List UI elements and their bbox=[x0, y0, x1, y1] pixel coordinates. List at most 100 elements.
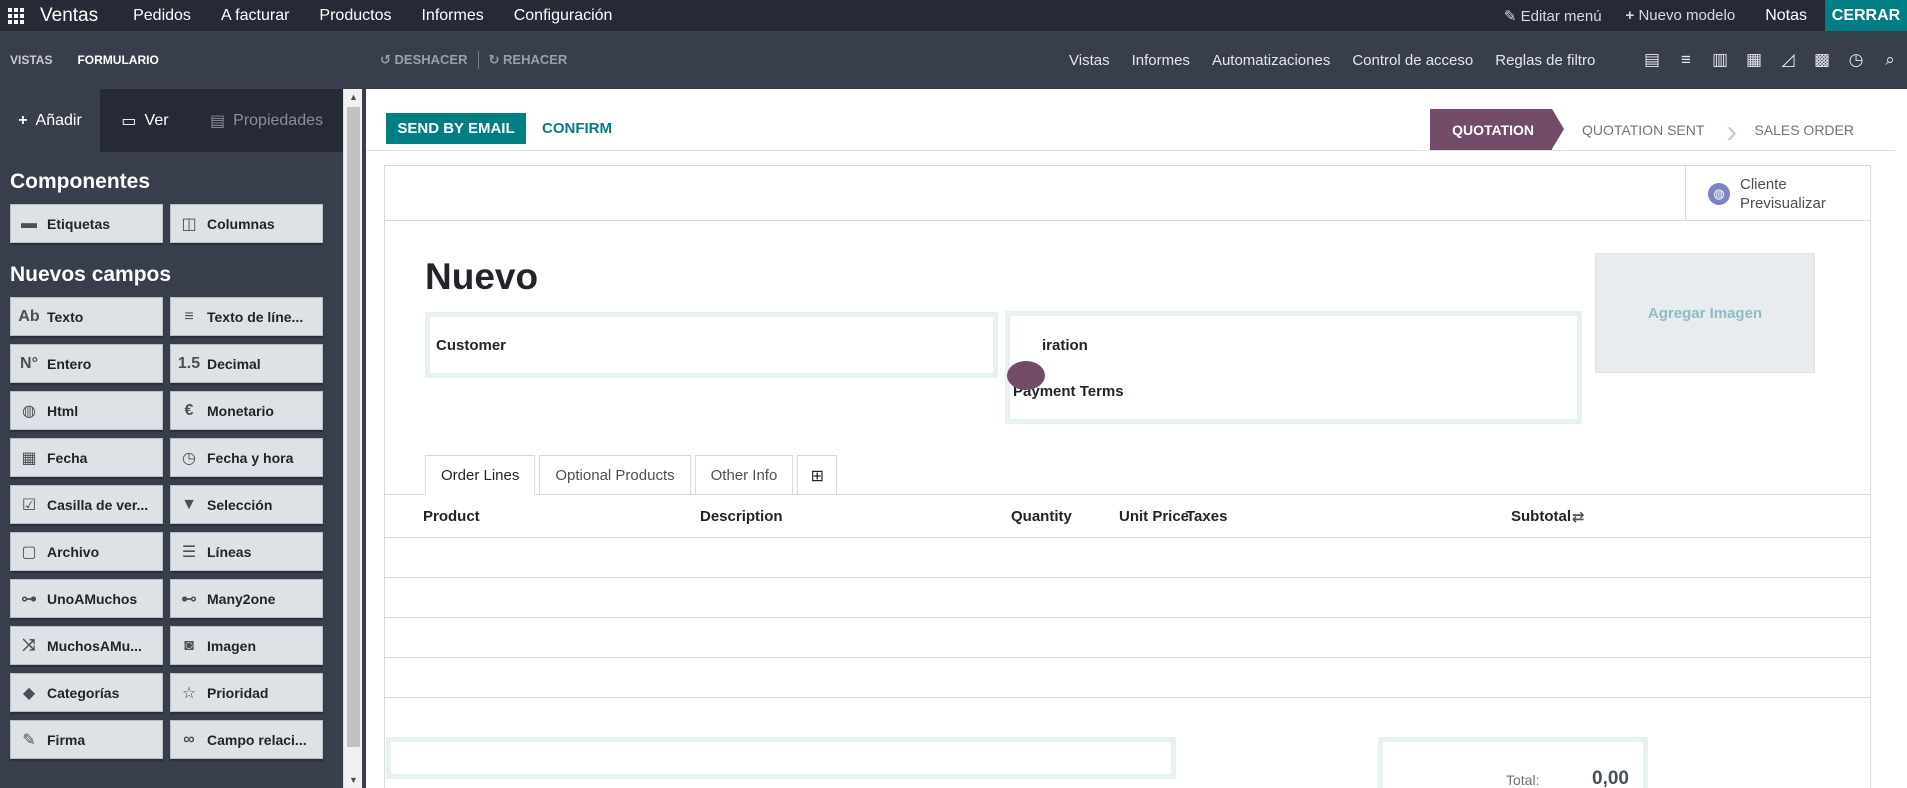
field-many2many[interactable]: ⤨ MuchosAMu... bbox=[10, 626, 163, 665]
totals-group[interactable]: Total: 0,00 bbox=[1378, 737, 1648, 788]
tab-order-lines[interactable]: Order Lines bbox=[425, 455, 536, 496]
scroll-up-icon[interactable]: ▲ bbox=[349, 92, 358, 102]
field-label: MuchosAMu... bbox=[47, 637, 142, 654]
field-selection[interactable]: ▼ Selección bbox=[170, 485, 323, 524]
undo-button[interactable]: ↺ DESHACER bbox=[380, 52, 468, 68]
graph-view-icon[interactable]: ◿ bbox=[1771, 50, 1805, 70]
column-taxes[interactable]: Taxes bbox=[1186, 508, 1227, 525]
field-text[interactable]: Ab Texto bbox=[10, 297, 163, 336]
html-icon: ◍ bbox=[22, 402, 36, 420]
monitor-icon: ▭ bbox=[121, 112, 137, 130]
confirm-button[interactable]: CONFIRM bbox=[542, 113, 612, 144]
table-header: Product Description Quantity Unit Price … bbox=[385, 494, 1870, 538]
studio-menu-reports[interactable]: Informes bbox=[1121, 52, 1201, 69]
calendar-view-icon[interactable]: ▦ bbox=[1737, 50, 1771, 70]
menu-configuracion[interactable]: Configuración bbox=[499, 7, 628, 25]
field-many2one[interactable]: ⊷ Many2one bbox=[170, 579, 323, 618]
datetime-icon: ◷ bbox=[182, 449, 196, 467]
field-monetary[interactable]: € Monetario bbox=[170, 391, 323, 430]
image-icon: ◙ bbox=[184, 636, 194, 654]
field-priority[interactable]: ☆ Prioridad bbox=[170, 673, 323, 712]
field-datetime[interactable]: ◷ Fecha y hora bbox=[170, 438, 323, 477]
tab-other-info[interactable]: Other Info bbox=[694, 455, 794, 495]
studio-menu-automations[interactable]: Automatizaciones bbox=[1201, 52, 1341, 69]
column-subtotal[interactable]: Subtotal bbox=[1511, 508, 1571, 525]
tab-properties[interactable]: ▤ Propiedades bbox=[190, 89, 343, 152]
notes-button[interactable]: Notas bbox=[1747, 7, 1825, 25]
field-one2many[interactable]: ⊶ UnoAMuchos bbox=[10, 579, 163, 618]
component-label: Columnas bbox=[207, 215, 275, 232]
studio-menu-filter-rules[interactable]: Reglas de filtro bbox=[1484, 52, 1606, 69]
column-description[interactable]: Description bbox=[700, 508, 783, 525]
stage-sales-order-label: SALES ORDER bbox=[1754, 121, 1854, 138]
menu-productos[interactable]: Productos bbox=[304, 7, 406, 25]
app-name[interactable]: Ventas bbox=[40, 5, 98, 27]
scrollbar-thumb[interactable] bbox=[347, 107, 360, 747]
column-unit-price[interactable]: Unit Price bbox=[1119, 508, 1189, 525]
tab-optional-products[interactable]: Optional Products bbox=[539, 455, 691, 495]
undo-label: DESHACER bbox=[394, 52, 468, 67]
form-view-icon[interactable]: ▤ bbox=[1635, 50, 1669, 70]
plus-square-icon: ⊞ bbox=[810, 467, 825, 485]
edit-menu-button[interactable]: ✎ Editar menú bbox=[1492, 7, 1614, 25]
pivot-view-icon[interactable]: ▩ bbox=[1805, 50, 1839, 70]
field-related-field[interactable]: ∞ Campo relaci... bbox=[170, 720, 323, 759]
add-tab-button[interactable]: ⊞ bbox=[797, 455, 838, 495]
field-signature[interactable]: ✎ Firma bbox=[10, 720, 163, 759]
dates-group[interactable]: iration Payment Terms bbox=[1005, 311, 1582, 424]
field-tags[interactable]: ◆ Categorías bbox=[10, 673, 163, 712]
drop-hook-icon[interactable] bbox=[1007, 361, 1045, 390]
component-columns[interactable]: ◫ Columnas bbox=[170, 204, 323, 243]
studio-menu-access-control[interactable]: Control de acceso bbox=[1341, 52, 1484, 69]
search-view-icon[interactable]: ⌕ bbox=[1873, 50, 1907, 70]
tab-view[interactable]: ▭ Ver bbox=[100, 89, 190, 152]
stage-quotation[interactable]: QUOTATION bbox=[1430, 109, 1564, 150]
add-image-placeholder[interactable]: Agregar Imagen bbox=[1595, 253, 1815, 373]
one2many-icon: ⊶ bbox=[21, 590, 37, 608]
field-date[interactable]: ▦ Fecha bbox=[10, 438, 163, 477]
kanban-view-icon[interactable]: ▥ bbox=[1703, 50, 1737, 70]
scroll-down-icon[interactable]: ▼ bbox=[349, 775, 358, 785]
terms-note-group[interactable] bbox=[386, 737, 1176, 779]
field-checkbox[interactable]: ☑ Casilla de ver... bbox=[10, 485, 163, 524]
activity-view-icon[interactable]: ◷ bbox=[1839, 50, 1873, 70]
field-file[interactable]: ▢ Archivo bbox=[10, 532, 163, 571]
close-studio-button[interactable]: CERRAR bbox=[1825, 0, 1907, 31]
component-tabs[interactable]: ▬ Etiquetas bbox=[10, 204, 163, 243]
studio-menu-views[interactable]: Vistas bbox=[1058, 52, 1121, 69]
optional-columns-icon[interactable]: ⇄ bbox=[1572, 508, 1585, 526]
menu-pedidos[interactable]: Pedidos bbox=[118, 7, 206, 25]
field-multiline-text[interactable]: ≡ Texto de líne... bbox=[170, 297, 323, 336]
field-label: Fecha y hora bbox=[207, 449, 294, 466]
stage-sales-order[interactable]: SALES ORDER bbox=[1726, 109, 1876, 150]
tabs-icon: ▬ bbox=[21, 214, 37, 232]
breadcrumb-views[interactable]: VISTAS bbox=[10, 53, 52, 67]
field-label: Entero bbox=[47, 355, 92, 372]
notebook-tabs: Order Lines Optional Products Other Info… bbox=[425, 455, 838, 496]
customer-preview-button[interactable]: ◍ Cliente Previsualizar bbox=[1685, 166, 1870, 221]
field-label: Firma bbox=[47, 731, 86, 748]
redo-button[interactable]: ↻ REHACER bbox=[489, 52, 568, 68]
tab-add[interactable]: + Añadir bbox=[0, 89, 100, 152]
column-quantity[interactable]: Quantity bbox=[1011, 508, 1072, 525]
send-by-email-button[interactable]: SEND BY EMAIL bbox=[386, 113, 526, 144]
app-menu-icon[interactable] bbox=[2, 0, 30, 31]
tab-properties-label: Propiedades bbox=[233, 111, 323, 129]
expiration-field-label: iration bbox=[1042, 337, 1088, 354]
column-product[interactable]: Product bbox=[423, 508, 480, 525]
field-image[interactable]: ◙ Imagen bbox=[170, 626, 323, 665]
stage-quotation-sent[interactable]: QUOTATION SENT bbox=[1552, 109, 1726, 150]
list-view-icon[interactable]: ≡ bbox=[1669, 50, 1703, 70]
undo-icon: ↺ bbox=[380, 52, 391, 67]
customer-group[interactable]: Customer bbox=[425, 312, 998, 378]
field-lines[interactable]: ☰ Líneas bbox=[170, 532, 323, 571]
field-decimal[interactable]: 1.5 Decimal bbox=[170, 344, 323, 383]
record-title[interactable]: Nuevo bbox=[425, 256, 538, 298]
menu-informes[interactable]: Informes bbox=[406, 7, 498, 25]
field-label: Monetario bbox=[207, 402, 274, 419]
field-html[interactable]: ◍ Html bbox=[10, 391, 163, 430]
sidebar-scrollbar[interactable]: ▲ ▼ bbox=[343, 89, 362, 788]
new-model-button[interactable]: + Nuevo modelo bbox=[1614, 7, 1748, 24]
menu-a-facturar[interactable]: A facturar bbox=[206, 7, 304, 25]
field-integer[interactable]: N° Entero bbox=[10, 344, 163, 383]
